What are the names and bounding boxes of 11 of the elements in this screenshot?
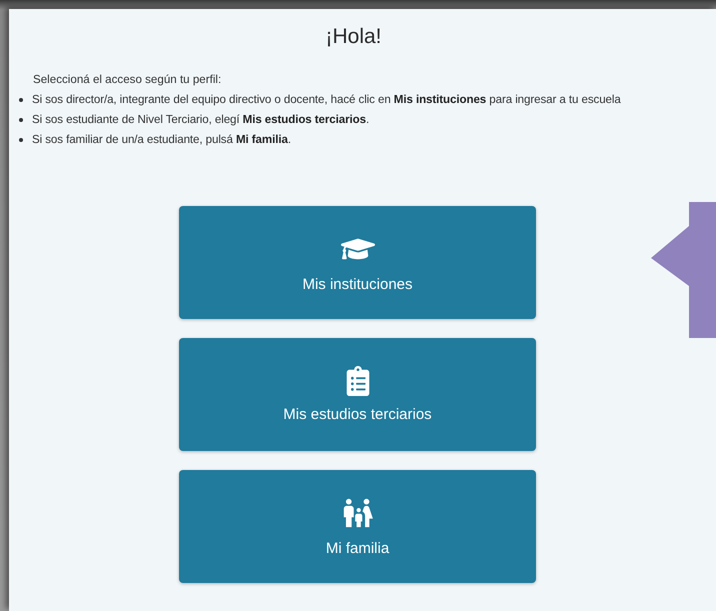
instruction-text: Si sos estudiante de Nivel Terciario, elegí Mis estudios terciarios. — [32, 113, 370, 126]
bullet-icon — [19, 118, 23, 122]
intro-text: Seleccioná el acceso según tu perfil: — [33, 73, 222, 86]
instruction-text: Si sos familiar de un/a estudiante, pulsá Mi familia. — [32, 133, 291, 146]
bullet-icon — [19, 98, 23, 102]
access-button[interactable]: Mi familia — [179, 470, 536, 583]
access-button[interactable]: Mis instituciones — [179, 206, 536, 319]
bullet-icon — [19, 138, 23, 142]
access-button[interactable]: Mis estudios terciarios — [179, 338, 536, 451]
instruction-text: Si sos director/a, integrante del equipo directivo o docente, hacé clic en Mis instituciones para ingresar a tu escuela — [32, 93, 621, 106]
greeting-title: ¡Hola! — [325, 25, 382, 49]
